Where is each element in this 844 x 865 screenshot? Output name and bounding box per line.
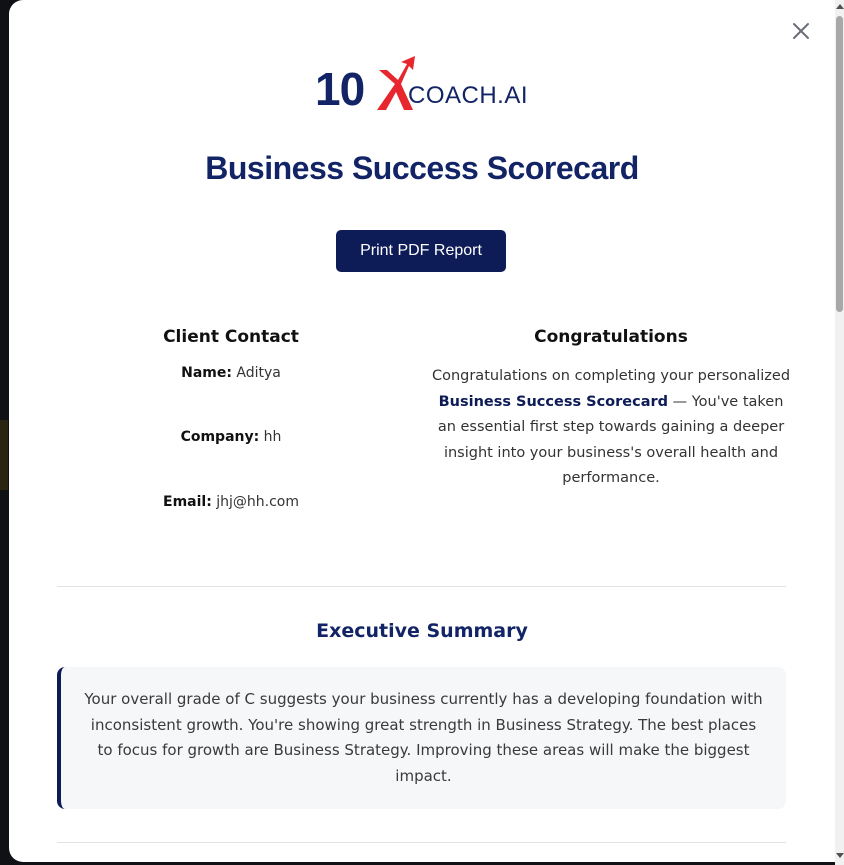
backdrop-accent (0, 420, 8, 490)
client-contact-heading: Client Contact (163, 327, 299, 347)
congratulations-heading: Congratulations (534, 327, 688, 347)
logo-number: 10 (315, 63, 365, 115)
executive-summary-text: Your overall grade of C suggests your bu… (84, 690, 763, 785)
logo-text: COACH.AI (408, 82, 529, 109)
page-title: Business Success Scorecard (205, 150, 639, 186)
name-label: Name: (181, 365, 232, 381)
scorecard-modal: 10 COACH.AI Business Success Scorecard P… (9, 0, 835, 862)
print-pdf-button[interactable]: Print PDF Report (336, 230, 506, 272)
congratulations-section: Congratulations Congratulations on compl… (429, 325, 793, 492)
executive-summary-heading: Executive Summary (316, 620, 528, 642)
contact-company: Company: hh (101, 427, 361, 447)
client-contact-section: Client Contact Name: Aditya Company: hh … (101, 325, 361, 510)
congrats-text-before: Congratulations on completing your perso… (431, 368, 791, 384)
contact-email: Email: jhj@hh.com (101, 492, 361, 512)
divider-bottom (57, 842, 786, 843)
company-label: Company: (180, 429, 260, 445)
email-value: jhj@hh.com (216, 494, 299, 510)
brand-logo: 10 COACH.AI (315, 56, 535, 116)
executive-summary-box: Your overall grade of C suggests your bu… (57, 667, 786, 809)
email-label: Email: (163, 494, 212, 510)
contact-name: Name: Aditya (101, 363, 361, 383)
close-button[interactable] (790, 20, 812, 42)
congratulations-text: Congratulations on completing your perso… (429, 364, 793, 492)
congrats-text-bold: Business Success Scorecard (438, 393, 669, 410)
scrollbar-down-arrow[interactable] (836, 853, 844, 858)
close-icon (793, 23, 809, 39)
name-value: Aditya (236, 365, 281, 381)
divider (57, 586, 786, 587)
company-value: hh (263, 429, 282, 445)
scrollbar-up-arrow[interactable] (836, 4, 844, 9)
scrollbar-thumb[interactable] (836, 16, 843, 312)
